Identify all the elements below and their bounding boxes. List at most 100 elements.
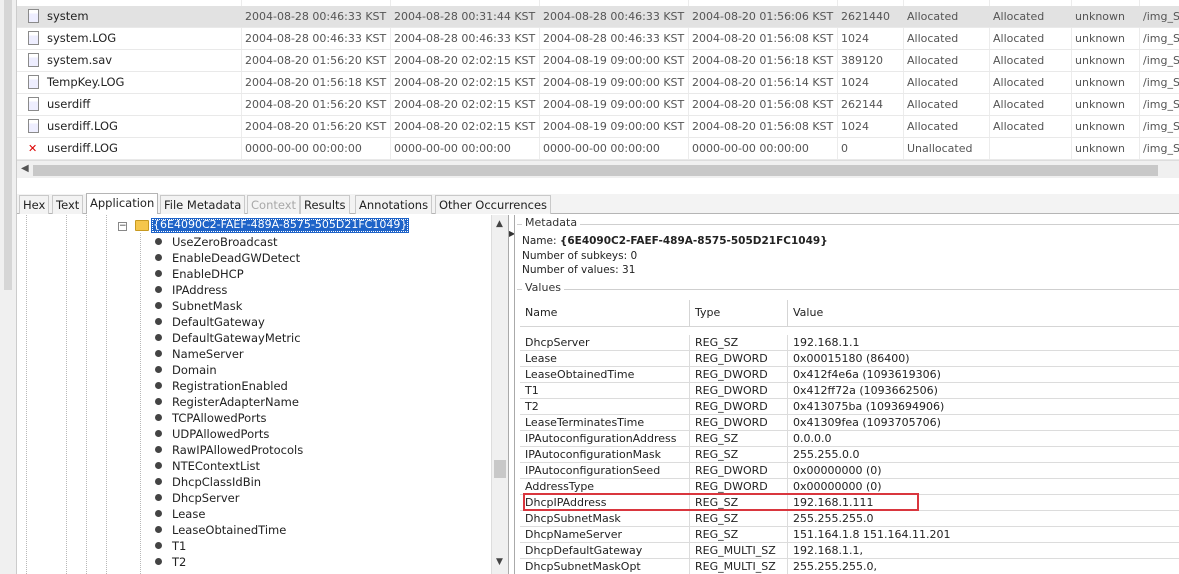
tree-vertical-scrollbar[interactable]: ▲ ▼ — [491, 215, 508, 574]
value-row[interactable]: DhcpServer REG_SZ 192.168.1.1 — [520, 335, 1179, 351]
tree-node-t2[interactable]: T2 — [155, 554, 186, 570]
value-row[interactable]: DhcpDefaultGateway REG_MULTI_SZ 192.168.1.… — [520, 543, 1179, 559]
tree-node-defaultgatewaymetric[interactable]: DefaultGatewayMetric — [155, 330, 301, 346]
file-flags-meta-cell — [993, 138, 1071, 159]
content-viewer-tabs: Hex Text Application File Metadata Context Re… — [17, 193, 1179, 214]
file-modified-cell: 2004-08-20 01:56:20 KST — [245, 98, 387, 111]
value-row[interactable]: IPAutoconfigurationSeed REG_DWORD 0x000000… — [520, 463, 1179, 479]
value-value-cell: 0x412ff72a (1093662506) — [788, 383, 1179, 399]
value-row[interactable]: DhcpSubnetMaskOpt REG_MULTI_SZ 255.255.255… — [520, 559, 1179, 574]
registry-value-icon — [155, 238, 162, 245]
file-name: system — [47, 9, 89, 23]
left-scrollbar-thumb[interactable] — [4, 0, 12, 290]
scroll-down-icon[interactable]: ▼ — [496, 557, 503, 567]
value-name-cell: IPAutoconfigurationAddress — [520, 431, 690, 447]
file-row[interactable]: system 2004-08-28 00:46:33 KST 2004-08-28 … — [17, 6, 1179, 28]
file-row[interactable]: system.LOG 2004-08-28 00:46:33 KST 2004-08… — [17, 28, 1179, 50]
collapse-toggle-icon[interactable]: − — [118, 222, 127, 231]
value-row[interactable]: T2 REG_DWORD 0x413075ba (1093694906) — [520, 399, 1179, 415]
file-row[interactable]: userdiff.LOG 2004-08-20 01:56:20 KST 2004-… — [17, 116, 1179, 138]
file-icon — [28, 9, 39, 23]
tree-node-udpallowedports[interactable]: UDPAllowedPorts — [155, 426, 269, 442]
tree-node-label: EnableDHCP — [172, 267, 244, 281]
file-row[interactable]: system.sav 2004-08-20 01:56:20 KST 2004-08… — [17, 50, 1179, 72]
tree-node-nameserver[interactable]: NameServer — [155, 346, 244, 362]
tab-application[interactable]: Application — [86, 193, 159, 214]
file-list-horizontal-scrollbar[interactable]: ◀ — [17, 160, 1179, 178]
tree-node-rawipallowedprotocols[interactable]: RawIPAllowedProtocols — [155, 442, 303, 458]
tab-other-occurrences[interactable]: Other Occurrences — [435, 195, 552, 214]
tree-node-leaseobtainedtime[interactable]: LeaseObtainedTime — [155, 522, 286, 538]
tree-node-dhcpserver[interactable]: DhcpServer — [155, 490, 239, 506]
value-row[interactable]: LeaseObtainedTime REG_DWORD 0x412f4e6a (10… — [520, 367, 1179, 383]
file-size-cell: 262144 — [841, 98, 883, 111]
tree-node-label: DefaultGateway — [172, 315, 265, 329]
tree-node-domain[interactable]: Domain — [155, 362, 217, 378]
tree-scrollbar-thumb[interactable] — [494, 460, 506, 478]
tree-node-enabledhcp[interactable]: EnableDHCP — [155, 266, 244, 282]
value-value-cell: 0x00015180 (86400) — [788, 351, 1179, 367]
tab-results[interactable]: Results — [300, 195, 350, 214]
file-flags-dir-cell: Allocated — [907, 120, 959, 133]
value-name-cell: DhcpSubnetMask — [520, 511, 690, 527]
value-value-cell: 0.0.0.0 — [788, 431, 1179, 447]
file-flags-dir-cell: Unallocated — [907, 142, 973, 155]
tree-node-enabledeadgwdetect[interactable]: EnableDeadGWDetect — [155, 250, 300, 266]
tree-node-label: LeaseObtainedTime — [172, 523, 287, 537]
scroll-left-icon[interactable]: ◀ — [21, 163, 29, 174]
value-name-cell: LeaseObtainedTime — [520, 367, 690, 383]
value-row[interactable]: DhcpNameServer REG_SZ 151.164.1.8 151.164.… — [520, 527, 1179, 543]
tree-node-label: NTEContextList — [172, 459, 261, 473]
value-row[interactable]: DhcpSubnetMask REG_SZ 255.255.255.0 — [520, 511, 1179, 527]
file-row[interactable]: userdiff 2004-08-20 01:56:20 KST 2004-08-2… — [17, 94, 1179, 116]
horizontal-scrollbar-thumb[interactable] — [33, 165, 1158, 176]
column-header-name[interactable]: Name — [520, 300, 690, 327]
value-row[interactable]: Lease REG_DWORD 0x00015180 (86400) — [520, 351, 1179, 367]
left-scrollbar[interactable] — [0, 0, 17, 574]
tree-node-lease[interactable]: Lease — [155, 506, 205, 522]
column-header-type[interactable]: Type — [690, 300, 788, 327]
tab-file-metadata[interactable]: File Metadata — [160, 195, 246, 214]
value-type-cell: REG_DWORD — [690, 415, 788, 431]
scroll-up-icon[interactable]: ▲ — [496, 219, 503, 229]
file-accessed-cell: 2004-08-28 00:46:33 KST — [543, 10, 685, 23]
file-name: system.sav — [47, 53, 113, 67]
tree-node-dhcpclassidbin[interactable]: DhcpClassIdBin — [155, 474, 261, 490]
value-row[interactable]: IPAutoconfigurationMask REG_SZ 255.255.0.0 — [520, 447, 1179, 463]
pane-splitter[interactable] — [17, 178, 1179, 194]
tab-text[interactable]: Text — [52, 195, 84, 214]
tree-node-tcpallowedports[interactable]: TCPAllowedPorts — [155, 410, 266, 426]
value-type-cell: REG_DWORD — [690, 367, 788, 383]
file-location-cell: /img_S — [1143, 10, 1179, 23]
value-value-cell: 255.255.0.0 — [788, 447, 1179, 463]
registry-value-icon — [155, 398, 162, 405]
file-name-cell: system.sav — [28, 50, 228, 71]
tree-node-usezerobroadcast[interactable]: UseZeroBroadcast — [155, 234, 278, 250]
column-header-value[interactable]: Value — [788, 300, 1179, 327]
file-name-cell: system — [28, 6, 228, 27]
name-label: Name: — [522, 235, 557, 247]
tree-node-registeradaptername[interactable]: RegisterAdapterName — [155, 394, 299, 410]
values-count-label: Number of values: — [522, 264, 619, 276]
file-row[interactable]: TempKey.LOG 2004-08-20 01:56:18 KST 2004-0… — [17, 72, 1179, 94]
tree-node-t1[interactable]: T1 — [155, 538, 186, 554]
file-icon — [28, 31, 39, 45]
tree-node-ipaddress[interactable]: IPAddress — [155, 282, 227, 298]
tree-selected-key[interactable]: {6E4090C2-FAEF-489A-8575-505D21FC1049} — [151, 218, 410, 233]
value-row[interactable]: IPAutoconfigurationAddress REG_SZ 0.0.0.0 — [520, 431, 1179, 447]
tree-node-defaultgateway[interactable]: DefaultGateway — [155, 314, 265, 330]
value-row[interactable]: T1 REG_DWORD 0x412ff72a (1093662506) — [520, 383, 1179, 399]
file-row[interactable]: userdiff.LOG 0000-00-00 00:00:00 0000-00-0… — [17, 138, 1179, 160]
tab-annotations[interactable]: Annotations — [355, 195, 433, 214]
registry-value-icon — [155, 494, 162, 501]
tree-node-ntecontextlist[interactable]: NTEContextList — [155, 458, 260, 474]
metadata-name-line: Name: {6E4090C2-FAEF-489A-8575-505D21FC1… — [522, 235, 828, 247]
tree-node-registrationenabled[interactable]: RegistrationEnabled — [155, 378, 288, 394]
value-row[interactable]: LeaseTerminatesTime REG_DWORD 0x41309fea (… — [520, 415, 1179, 431]
file-created-cell: 2004-08-20 01:56:18 KST — [692, 54, 834, 67]
value-name-cell: DhcpSubnetMaskOpt — [520, 559, 690, 574]
file-changed-cell: 2004-08-28 00:31:44 KST — [394, 10, 536, 23]
tab-hex[interactable]: Hex — [19, 195, 50, 214]
tree-node-subnetmask[interactable]: SubnetMask — [155, 298, 242, 314]
metadata-group: Metadata Name: {6E4090C2-FAEF-489A-8575-… — [517, 216, 1179, 286]
